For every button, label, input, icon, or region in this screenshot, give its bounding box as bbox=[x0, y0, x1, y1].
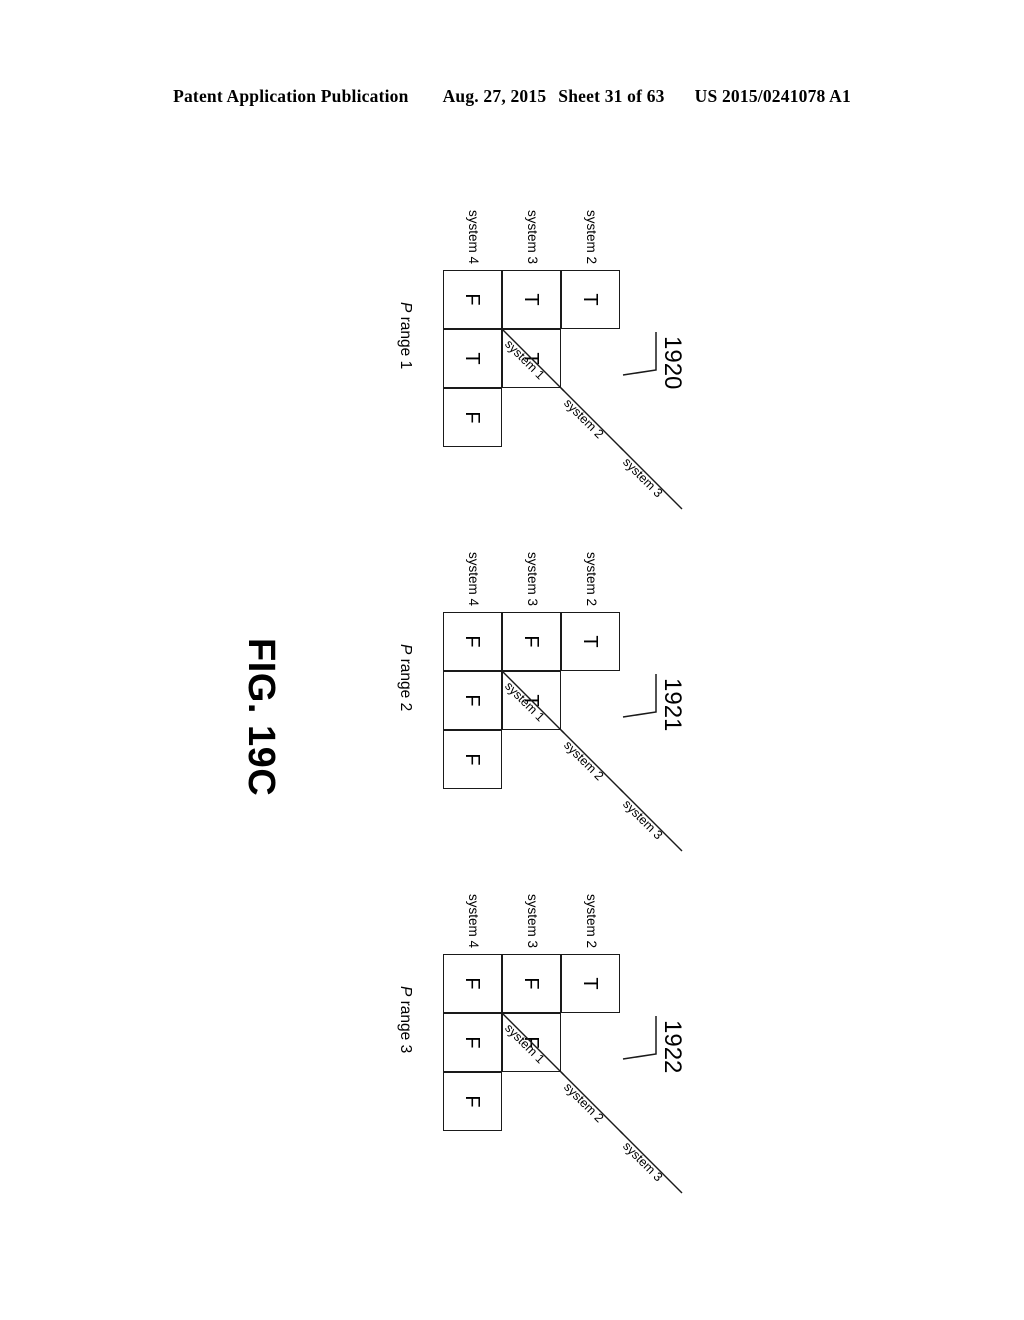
figure-caption: FIG. 19C bbox=[240, 638, 282, 797]
figure-drawing: TTTFTFsystem 2system 3system 4system 1sy… bbox=[202, 170, 822, 1230]
patent-number: US 2015/0241078 A1 bbox=[694, 86, 851, 106]
publication-title: Patent Application Publication bbox=[173, 86, 409, 106]
diagram-block-1921: TFTFFFsystem 2system 3system 4system 1sy… bbox=[342, 552, 686, 852]
diagram-blocks-row: TTTFTFsystem 2system 3system 4system 1sy… bbox=[202, 170, 822, 1230]
diagram-block-1920: TTTFTFsystem 2system 3system 4system 1sy… bbox=[342, 210, 686, 510]
page-header: Patent Application Publication Aug. 27, 2… bbox=[0, 86, 1024, 107]
publication-date: Aug. 27, 2015 bbox=[442, 86, 547, 106]
reference-leader-1921 bbox=[622, 674, 657, 718]
sheet-number: Sheet 31 of 63 bbox=[558, 86, 665, 106]
reference-leader-1920 bbox=[622, 332, 657, 376]
reference-leader-1922 bbox=[622, 1016, 657, 1060]
diagram-block-1922: TFFFFFsystem 2system 3system 4system 1sy… bbox=[342, 894, 686, 1194]
